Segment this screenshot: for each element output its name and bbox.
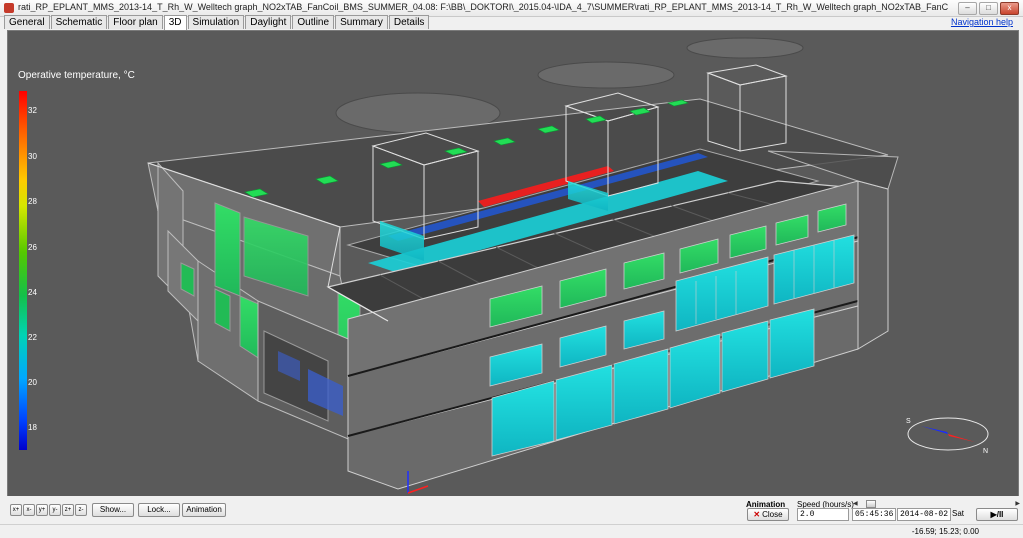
animation-button[interactable]: Animation bbox=[182, 503, 226, 517]
legend-tick: 22 bbox=[28, 333, 37, 342]
time-input[interactable]: 05:45:36 bbox=[852, 508, 896, 521]
show-button[interactable]: Show... bbox=[92, 503, 134, 517]
tab-bar: General Schematic Floor plan 3D Simulati… bbox=[4, 15, 430, 30]
compass-south: S bbox=[906, 418, 911, 425]
slider-left-arrow-icon[interactable]: ◀ bbox=[853, 500, 858, 507]
3d-viewport[interactable]: Operative temperature, °C 32 30 28 26 24… bbox=[7, 30, 1019, 497]
view-z-plus-button[interactable]: z+ bbox=[62, 504, 74, 516]
app-icon bbox=[4, 3, 14, 13]
legend-tick: 20 bbox=[28, 378, 37, 387]
legend-tick: 18 bbox=[28, 423, 37, 432]
view-z-minus-button[interactable]: z- bbox=[75, 504, 87, 516]
navigation-help-link[interactable]: Navigation help bbox=[951, 17, 1013, 27]
compass-north: N bbox=[983, 448, 988, 455]
view-y-minus-button[interactable]: y- bbox=[49, 504, 61, 516]
building-model bbox=[147, 37, 899, 494]
tab-general[interactable]: General bbox=[4, 15, 50, 29]
legend-tick: 28 bbox=[28, 197, 37, 206]
window-title: rati_RP_EPLANT_MMS_2013-14_T_Rh_W_Wellte… bbox=[18, 2, 948, 12]
tab-simulation[interactable]: Simulation bbox=[187, 15, 245, 29]
close-animation-button[interactable]: ✕ Close bbox=[747, 508, 789, 521]
lock-button[interactable]: Lock... bbox=[138, 503, 180, 517]
close-icon: ✕ bbox=[753, 510, 761, 519]
minimize-button[interactable]: – bbox=[958, 2, 977, 15]
tab-details[interactable]: Details bbox=[388, 15, 430, 29]
slider-right-arrow-icon[interactable]: ▶ bbox=[1015, 500, 1020, 507]
legend-tick: 30 bbox=[28, 152, 37, 161]
speed-input[interactable]: 2.0 bbox=[797, 508, 849, 521]
view-x-plus-button[interactable]: x+ bbox=[10, 504, 22, 516]
temperature-color-scale bbox=[19, 91, 27, 450]
view-x-minus-button[interactable]: x- bbox=[23, 504, 35, 516]
view-y-plus-button[interactable]: y+ bbox=[36, 504, 48, 516]
legend-title: Operative temperature, °C bbox=[18, 70, 135, 81]
tab-3d[interactable]: 3D bbox=[163, 15, 187, 30]
slider-thumb[interactable] bbox=[866, 500, 876, 508]
tab-outline[interactable]: Outline bbox=[292, 15, 335, 29]
window-controls: – □ x bbox=[958, 2, 1019, 15]
legend-tick: 26 bbox=[28, 243, 37, 252]
tab-floor-plan[interactable]: Floor plan bbox=[108, 15, 163, 29]
tab-summary[interactable]: Summary bbox=[335, 15, 388, 29]
legend-tick: 24 bbox=[28, 288, 37, 297]
maximize-button[interactable]: □ bbox=[979, 2, 998, 15]
weekday-label: Sat bbox=[952, 509, 965, 518]
status-bar: -16.59; 15.23; 0.00 bbox=[0, 524, 1023, 538]
play-pause-button[interactable]: ▶/II bbox=[976, 508, 1018, 521]
compass-icon: S N bbox=[906, 417, 989, 455]
tab-schematic[interactable]: Schematic bbox=[50, 15, 108, 29]
tab-daylight[interactable]: Daylight bbox=[245, 15, 292, 29]
cursor-coordinates: -16.59; 15.23; 0.00 bbox=[911, 527, 979, 536]
time-slider[interactable]: ◀ ▶ bbox=[853, 500, 1020, 508]
close-animation-label: Close bbox=[762, 510, 783, 519]
date-input[interactable]: 2014-08-02 bbox=[897, 508, 951, 521]
close-window-button[interactable]: x bbox=[1000, 2, 1019, 15]
legend-tick: 32 bbox=[28, 106, 37, 115]
